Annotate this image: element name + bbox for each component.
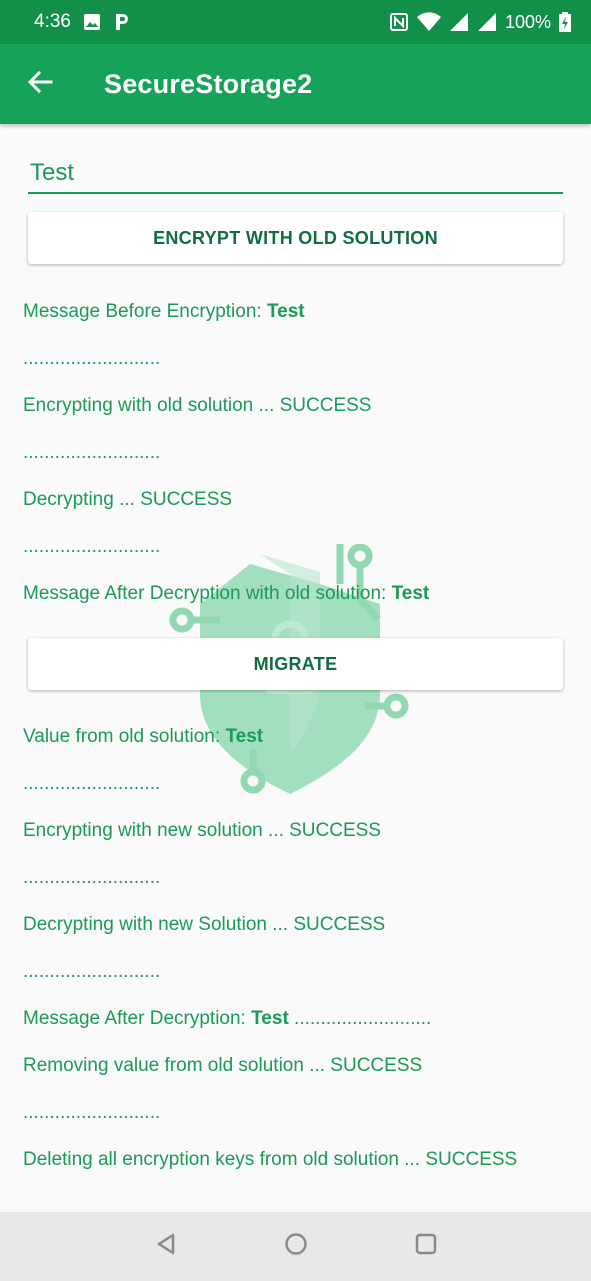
log-message-after-decryption-old: Message After Decryption with old soluti… [23, 583, 430, 604]
log-separator: .......................... [23, 442, 161, 463]
log-separator: .......................... [23, 536, 161, 557]
log-message-before-encryption: Message Before Encryption: Test [23, 301, 305, 322]
log-separator: .......................... [23, 867, 161, 888]
app-title: SecureStorage2 [104, 68, 313, 99]
log-message-after-decryption: Message After Decryption: Test .........… [23, 1008, 432, 1029]
message-input[interactable] [28, 154, 563, 194]
log-encrypting-old: Encrypting with old solution ... SUCCESS [23, 395, 372, 416]
status-bar: 4:36 100% [0, 0, 591, 44]
app-bar: SecureStorage2 [0, 44, 591, 124]
back-button[interactable] [0, 44, 80, 124]
log-separator: .......................... [23, 961, 161, 982]
signal-icon [449, 12, 469, 32]
nav-home-button[interactable] [276, 1227, 316, 1267]
log-removing-value: Removing value from old solution ... SUC… [23, 1055, 423, 1076]
log-deleting-keys: Deleting all encryption keys from old so… [23, 1149, 518, 1170]
log-value-from-old-solution: Value from old solution: Test [23, 726, 264, 747]
encrypt-with-old-solution-button[interactable]: ENCRYPT WITH OLD SOLUTION [28, 212, 563, 264]
log-decrypting: Decrypting ... SUCCESS [23, 489, 233, 510]
back-triangle-icon [154, 1232, 178, 1261]
home-circle-icon [284, 1232, 308, 1261]
status-time: 4:36 [34, 11, 71, 32]
signal-icon-2 [477, 12, 497, 32]
arrow-back-icon [27, 70, 53, 99]
wifi-icon [416, 12, 441, 32]
main-content: ENCRYPT WITH OLD SOLUTION Message Before… [0, 124, 591, 1212]
log-separator: .......................... [23, 1102, 161, 1123]
recents-square-icon [414, 1232, 438, 1261]
nav-recents-button[interactable] [406, 1227, 446, 1267]
battery-percent: 100% [504, 11, 551, 32]
log-encrypting-new: Encrypting with new solution ... SUCCESS [23, 820, 381, 841]
system-nav-bar [0, 1212, 591, 1281]
battery-icon [559, 12, 571, 32]
log-separator: .......................... [23, 773, 161, 794]
nav-back-button[interactable] [146, 1227, 186, 1267]
p-app-icon [113, 12, 131, 32]
migrate-button[interactable]: MIGRATE [28, 638, 563, 690]
image-icon [83, 13, 101, 31]
log-decrypting-new: Decrypting with new Solution ... SUCCESS [23, 914, 386, 935]
nfc-icon [389, 12, 409, 32]
log-separator: .......................... [23, 348, 161, 369]
